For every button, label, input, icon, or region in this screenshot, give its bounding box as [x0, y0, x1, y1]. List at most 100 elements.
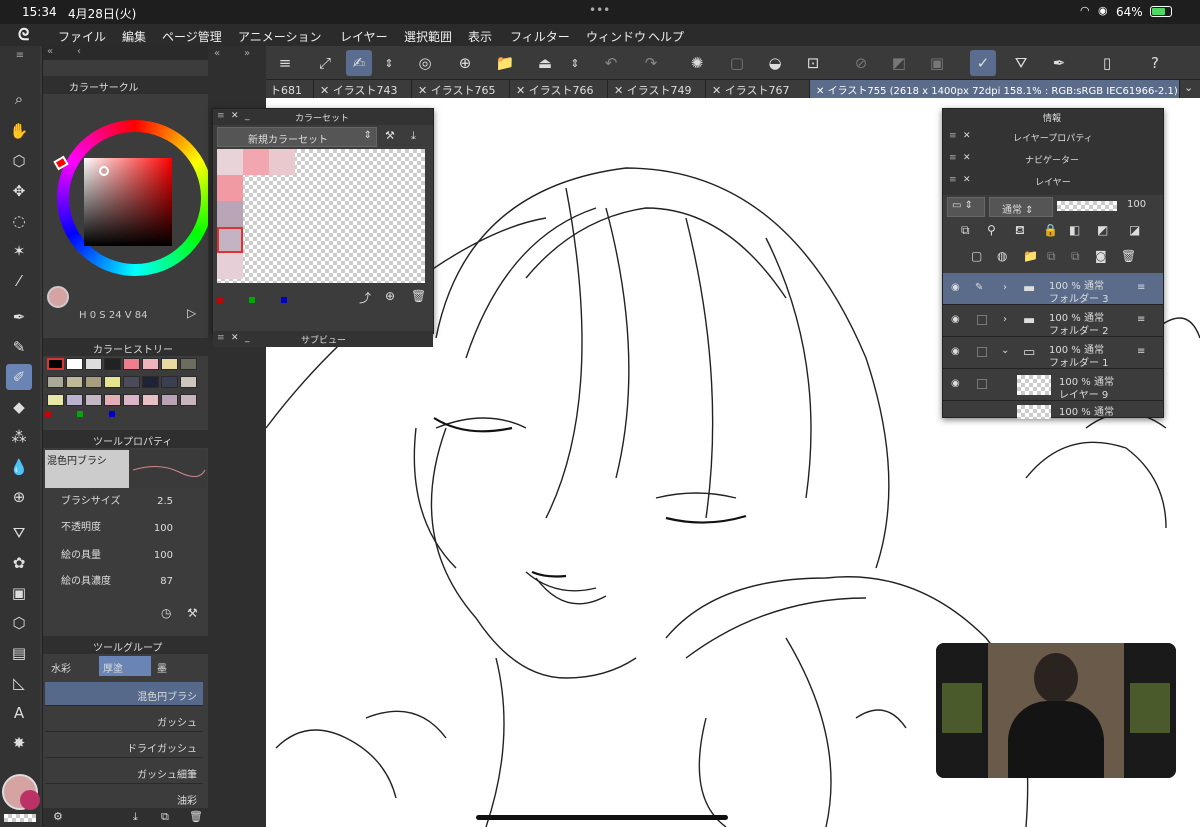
brush-item[interactable]: ガッシュ [45, 708, 203, 732]
checkbox-icon[interactable] [977, 347, 987, 357]
brush-icon[interactable]: ✐ [6, 364, 32, 390]
minimize-icon[interactable]: _ [245, 333, 250, 343]
layer-row[interactable]: ◉ 100 % 通常 レイヤー 9 [943, 369, 1163, 401]
transparent-color-swatch[interactable] [4, 814, 36, 822]
color-swatch[interactable] [243, 149, 269, 175]
history-color-swatch[interactable] [47, 376, 64, 388]
figure-icon[interactable]: ⬡ [6, 610, 32, 636]
lock-transparency-icon[interactable]: ⛾ [1015, 223, 1025, 239]
menu-view[interactable]: 表示 [468, 28, 492, 45]
grip-icon[interactable]: ≡ [949, 131, 957, 141]
history-color-swatch[interactable] [104, 376, 121, 388]
history-color-swatch[interactable] [47, 394, 64, 406]
select-border-icon[interactable]: ▣ [924, 50, 950, 76]
video-overlay[interactable] [936, 643, 1176, 778]
home-indicator[interactable] [476, 815, 728, 820]
menu-help[interactable]: ヘルプ [648, 28, 684, 45]
grip-icon[interactable]: ≡ [217, 333, 225, 343]
save-icon[interactable]: ⏏ [532, 50, 558, 76]
delete-layer-icon[interactable]: 🗑 [1121, 249, 1136, 263]
close-icon[interactable]: ✕ [231, 333, 239, 343]
reference-icon[interactable]: ⚲ [987, 223, 996, 237]
eyedropper-icon[interactable]: ⁄ [6, 268, 32, 294]
brush-item[interactable]: 混色円ブラシ [45, 682, 203, 706]
history-color-swatch[interactable] [66, 358, 83, 370]
doc-tab[interactable]: ✕ イラスト743 [314, 80, 412, 98]
layer-type-select[interactable]: ▭ ⇕ [947, 197, 985, 217]
history-color-swatch[interactable] [142, 358, 159, 370]
history-color-swatch[interactable] [85, 358, 102, 370]
ruler-icon[interactable]: ◺ [6, 670, 32, 696]
move-icon[interactable]: ✥ [6, 178, 32, 204]
pencil-icon[interactable]: ✎ [975, 282, 983, 293]
history-color-swatch[interactable] [47, 358, 64, 370]
history-color-swatch[interactable] [180, 376, 197, 388]
mask-icon[interactable]: ◧ [1069, 223, 1080, 237]
layer-menu-icon[interactable]: ≡ [1137, 282, 1145, 293]
checkbox-icon[interactable] [977, 315, 987, 325]
toolbar-menu-icon[interactable]: ≡ [4, 48, 36, 62]
current-color-swatch[interactable] [47, 286, 69, 308]
sub-color-swatch[interactable] [20, 790, 40, 810]
history-color-swatch[interactable] [123, 358, 140, 370]
history-color-swatch[interactable] [142, 376, 159, 388]
prop-value-paint-amount[interactable]: 100 [143, 550, 173, 561]
doc-tab-active[interactable]: ✕ イラスト755 (2618 x 1400px 72dpi 158.1% : … [810, 80, 1180, 98]
palette-color-icon[interactable]: ◪ [1129, 223, 1140, 237]
tab-watercolor[interactable]: 水彩 [47, 656, 97, 676]
opacity-slider[interactable] [1057, 201, 1117, 211]
lasso-icon[interactable]: ◌ [6, 208, 32, 234]
grip-icon[interactable]: ≡ [217, 111, 225, 121]
mask-toggle-icon[interactable]: ◩ [1097, 223, 1108, 237]
doc-tab[interactable]: ✕ イラスト766 [510, 80, 608, 98]
pencil-icon[interactable]: ✎ [6, 334, 32, 360]
clip-studio-logo-icon[interactable]: ᘓ [18, 25, 29, 45]
eraser-icon[interactable]: ◆ [6, 394, 32, 420]
menu-page[interactable]: ページ管理 [162, 28, 222, 45]
add-color-icon[interactable]: ⤴ [359, 289, 371, 306]
tab-ink[interactable]: 墨 [153, 656, 203, 676]
prev-icon[interactable]: ‹ [77, 46, 81, 57]
eye-icon[interactable]: ◉ [951, 346, 960, 357]
new-folder-icon[interactable]: 📁 [1023, 249, 1038, 263]
import-icon[interactable]: ⤓ [133, 810, 138, 824]
tab-dropdown-icon[interactable]: ⌄ [1184, 81, 1193, 94]
color-swatch[interactable] [217, 149, 243, 175]
history-color-swatch[interactable] [104, 394, 121, 406]
stepper-icon[interactable]: ⇕ [562, 50, 588, 76]
eye-icon[interactable]: ◉ [951, 378, 960, 389]
collapse-icon[interactable]: « [214, 48, 220, 59]
history-color-swatch[interactable] [180, 358, 197, 370]
fill-selection-icon[interactable]: ◒ [762, 50, 788, 76]
color-swatch-selected[interactable] [217, 227, 243, 253]
trash-icon[interactable]: 🗑 [411, 289, 426, 303]
wrench-icon[interactable]: ⚒ [385, 129, 395, 142]
figure-ruler-icon[interactable]: ⊕ [6, 484, 32, 510]
undo-icon[interactable]: ↶ [598, 50, 624, 76]
minimize-icon[interactable]: _ [245, 111, 250, 121]
collapse-arrow-icon[interactable]: ⌄ [1001, 345, 1009, 356]
expand-icon[interactable]: » [244, 48, 250, 59]
history-color-swatch[interactable] [123, 376, 140, 388]
new-raster-layer-icon[interactable]: ▢ [971, 249, 982, 263]
brush-item[interactable]: 油彩 [45, 786, 203, 810]
expand-arrow-icon[interactable]: › [1003, 282, 1007, 293]
download-icon[interactable]: ⤓ [411, 129, 416, 143]
prop-value-opacity[interactable]: 100 [143, 523, 173, 534]
new-vector-layer-icon[interactable]: ◍ [997, 249, 1007, 263]
close-icon[interactable]: ✕ [231, 111, 239, 121]
color-set-grid[interactable] [217, 149, 425, 283]
brush-item[interactable]: ガッシュ細筆 [45, 760, 203, 784]
object-icon[interactable]: ⬡ [6, 148, 32, 174]
text-icon[interactable]: A [6, 700, 32, 726]
eye-icon[interactable]: ◉ [951, 282, 960, 293]
opacity-value[interactable]: 100 [1127, 199, 1146, 210]
menu-filter[interactable]: フィルター [510, 28, 570, 45]
blend-mode-select[interactable]: 通常 ⇕ [989, 197, 1053, 217]
history-color-swatch[interactable] [66, 376, 83, 388]
prop-value-size[interactable]: 2.5 [143, 496, 173, 507]
menu-icon[interactable]: ≡ [272, 50, 298, 76]
expand-canvas-icon[interactable]: ⤢ [312, 50, 338, 76]
color-swatch[interactable] [217, 253, 243, 279]
history-color-swatch[interactable] [161, 394, 178, 406]
